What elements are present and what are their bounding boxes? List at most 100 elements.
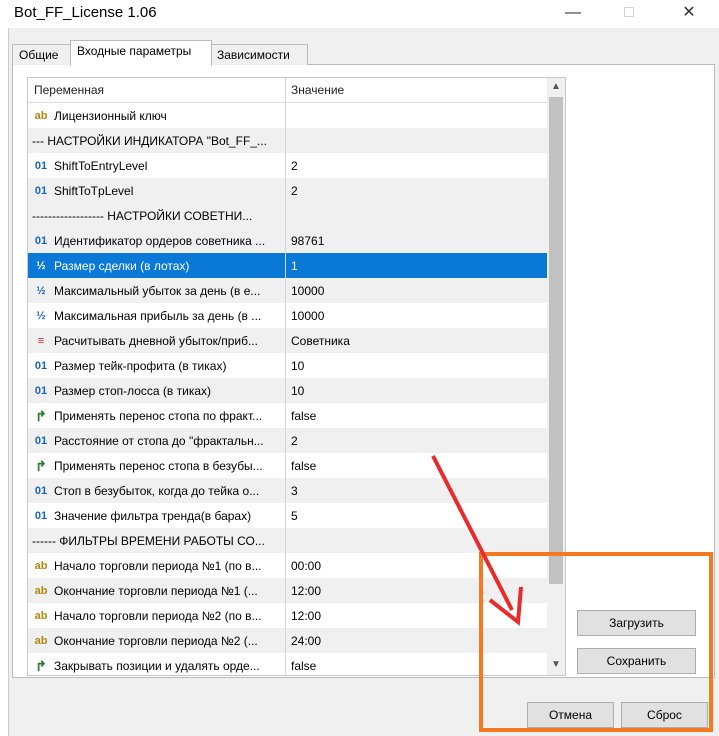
parameter-row[interactable]: ab Окончание торговли периода №2 (... 24:0… <box>28 628 548 654</box>
parameter-row[interactable]: 01 Размер стоп-лосса (в тиках) 10 <box>28 378 548 404</box>
parameter-value[interactable]: 10 <box>291 359 304 373</box>
parameter-value[interactable]: 98761 <box>291 234 324 248</box>
parameter-row[interactable]: ½ Размер сделки (в лотах) 1 <box>28 253 548 279</box>
parameter-value[interactable]: 10000 <box>291 309 324 323</box>
group-label: ------------------ НАСТРОЙКИ СОВЕТНИ... <box>32 209 253 223</box>
parameter-row[interactable]: 01 ShiftToEntryLevel 2 <box>28 153 548 179</box>
integer-type-icon: 01 <box>34 435 48 447</box>
parameter-row[interactable]: ≡ Расчитывать дневной убыток/приб... Совет… <box>28 328 548 354</box>
parameter-value[interactable]: 12:00 <box>291 609 321 623</box>
parameter-value[interactable]: 3 <box>291 484 298 498</box>
parameter-row[interactable]: ½ Максимальная прибыль за день (в ... 1000… <box>28 303 548 329</box>
parameter-name: Начало торговли периода №2 (по в... <box>54 609 262 623</box>
group-label: --- НАСТРОЙКИ ИНДИКАТОРА "Bot_FF_... <box>32 134 268 148</box>
integer-type-icon: 01 <box>34 235 48 247</box>
parameter-value[interactable]: 2 <box>291 159 298 173</box>
minimize-icon[interactable]: — <box>558 2 588 24</box>
parameter-row[interactable]: 01 Расстояние от стопа до "фрактальн... 2 <box>28 428 548 454</box>
parameter-name: Стоп в безубыток, когда до тейка о... <box>54 484 260 498</box>
parameter-value[interactable]: 2 <box>291 184 298 198</box>
parameters-grid: Переменная Значение ab Лицензионный ключ -… <box>27 77 549 676</box>
integer-type-icon: 01 <box>34 510 48 522</box>
parameter-name: Идентификатор ордеров советника ... <box>54 234 266 248</box>
parameter-value[interactable]: false <box>291 409 316 423</box>
string-type-icon: ab <box>34 610 48 622</box>
parameter-value[interactable]: 5 <box>291 509 298 523</box>
close-icon[interactable]: ✕ <box>674 2 704 24</box>
parameter-value[interactable]: 2 <box>291 434 298 448</box>
column-header-variable[interactable]: Переменная <box>34 83 104 97</box>
tab-input-parameters[interactable]: Входные параметры <box>70 40 212 66</box>
parameter-value[interactable]: 12:00 <box>291 584 321 598</box>
integer-type-icon: 01 <box>34 485 48 497</box>
group-separator-row[interactable]: --- НАСТРОЙКИ ИНДИКАТОРА "Bot_FF_... <box>28 128 548 154</box>
string-type-icon: ab <box>34 560 48 572</box>
double-type-icon: ½ <box>36 285 46 297</box>
string-type-icon: ab <box>34 110 48 122</box>
group-separator-row[interactable]: ------------------ НАСТРОЙКИ СОВЕТНИ... <box>28 203 548 229</box>
double-type-icon: ½ <box>36 310 46 322</box>
bool-type-icon: ↱ <box>35 408 47 424</box>
enum-type-icon: ≡ <box>37 335 45 347</box>
parameter-row[interactable]: 01 ShiftToTpLevel 2 <box>28 178 548 204</box>
parameter-name: Размер стоп-лосса (в тиках) <box>54 384 212 398</box>
background-window-strip <box>0 0 9 736</box>
load-button[interactable]: Загрузить <box>577 610 696 636</box>
parameter-name: Начало торговли периода №1 (по в... <box>54 559 262 573</box>
tab-general[interactable]: Общие <box>12 44 72 65</box>
parameter-value[interactable]: false <box>291 659 316 673</box>
bool-type-icon: ↱ <box>35 458 47 474</box>
parameter-name: Лицензионный ключ <box>54 109 167 123</box>
parameter-name: Закрывать позиции и удалять орде... <box>54 659 260 673</box>
parameter-name: ShiftToTpLevel <box>54 184 134 198</box>
scroll-up-icon[interactable]: ▲ <box>547 78 565 96</box>
parameter-name: Размер тейк-профита (в тиках) <box>54 359 227 373</box>
parameter-name: Применять перенос стопа по фракт... <box>54 409 263 423</box>
window-title: Bot_FF_License 1.06 <box>14 4 157 21</box>
parameter-value[interactable]: 24:00 <box>291 634 321 648</box>
parameter-value[interactable]: 00:00 <box>291 559 321 573</box>
bool-type-icon: ↱ <box>35 658 47 674</box>
parameter-value[interactable]: 1 <box>291 259 298 273</box>
scroll-thumb[interactable] <box>549 97 563 584</box>
parameter-row[interactable]: ab Лицензионный ключ <box>28 103 548 129</box>
string-type-icon: ab <box>34 585 48 597</box>
maximize-icon: □ <box>624 4 634 21</box>
parameter-name: ShiftToEntryLevel <box>54 159 148 173</box>
parameter-row[interactable]: ½ Максимальный убыток за день (в е... 1000… <box>28 278 548 304</box>
integer-type-icon: 01 <box>34 185 48 197</box>
cancel-button[interactable]: Отмена <box>527 702 614 728</box>
parameter-name: Максимальная прибыль за день (в ... <box>54 309 262 323</box>
group-label: ------ ФИЛЬТРЫ ВРЕМЕНИ РАБОТЫ СО... <box>32 534 265 548</box>
parameter-name: Расстояние от стопа до "фрактальн... <box>54 434 264 448</box>
grid-scrollbar[interactable]: ▲ ▼ <box>547 77 566 676</box>
string-type-icon: ab <box>34 635 48 647</box>
parameter-row[interactable]: 01 Значение фильтра тренда(в барах) 5 <box>28 503 548 529</box>
parameter-row[interactable]: 01 Размер тейк-профита (в тиках) 10 <box>28 353 548 379</box>
parameter-row[interactable]: ab Начало торговли периода №2 (по в... 12:… <box>28 603 548 629</box>
parameter-value[interactable]: Советника <box>291 334 350 348</box>
double-type-icon: ½ <box>36 260 46 272</box>
parameter-value[interactable]: 10000 <box>291 284 324 298</box>
save-button[interactable]: Сохранить <box>577 648 696 674</box>
parameter-row[interactable]: ab Начало торговли периода №1 (по в... 00:… <box>28 553 548 579</box>
column-header-value[interactable]: Значение <box>291 83 344 97</box>
title-bar: Bot_FF_License 1.06 — □ ✕ <box>0 0 719 28</box>
parameter-name: Расчитывать дневной убыток/приб... <box>54 334 258 348</box>
scroll-down-icon[interactable]: ▼ <box>547 656 565 674</box>
parameter-value[interactable]: 10 <box>291 384 304 398</box>
parameter-row[interactable]: ↱ Применять перенос стопа в безубы... fals… <box>28 453 548 479</box>
parameter-row[interactable]: ↱ Закрывать позиции и удалять орде... fals… <box>28 653 548 675</box>
parameter-name: Окончание торговли периода №2 (... <box>54 634 258 648</box>
parameter-row[interactable]: ↱ Применять перенос стопа по фракт... fals… <box>28 403 548 429</box>
parameter-value[interactable]: false <box>291 459 316 473</box>
integer-type-icon: 01 <box>34 360 48 372</box>
reset-button[interactable]: Сброс <box>621 702 708 728</box>
group-separator-row[interactable]: ------ ФИЛЬТРЫ ВРЕМЕНИ РАБОТЫ СО... <box>28 528 548 554</box>
parameter-row[interactable]: 01 Стоп в безубыток, когда до тейка о... 3 <box>28 478 548 504</box>
parameter-name: Размер сделки (в лотах) <box>54 259 190 273</box>
parameter-row[interactable]: 01 Идентификатор ордеров советника ... 987… <box>28 228 548 254</box>
tab-dependencies[interactable]: Зависимости <box>210 44 308 65</box>
parameter-row[interactable]: ab Окончание торговли периода №1 (... 12:0… <box>28 578 548 604</box>
integer-type-icon: 01 <box>34 385 48 397</box>
